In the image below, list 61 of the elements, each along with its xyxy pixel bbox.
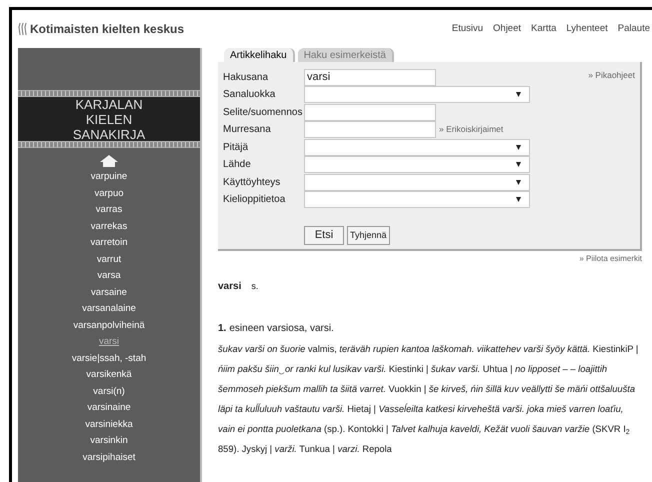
dropdown-arrow-icon [516,92,521,98]
sidebar-word-link[interactable]: varrut [96,252,122,268]
select-field[interactable] [304,191,530,208]
tab[interactable]: Artikkelihaku [224,48,295,62]
sidebar-word-link[interactable]: varsanpolviheinä [73,318,145,334]
dropdown-arrow-icon [516,197,521,202]
field-label: Selite/suomennos [223,106,304,120]
sidebar-word-link[interactable]: varsanalaine [82,301,136,318]
field-label: Käyttöyhteys [223,176,282,190]
part-of-speech: s. [251,280,258,293]
nav-link[interactable]: Palaute [618,22,650,36]
logo-icon [18,22,28,36]
definition: esineen varsiosa, varsi. [229,322,334,336]
field-label: Kielioppitietoa [223,193,286,208]
sidebar-word-link[interactable]: varsa [97,268,121,284]
dictionary-title: KIELEN [86,112,132,126]
form-button[interactable]: Etsi [304,226,344,245]
select-field[interactable] [304,156,530,174]
sidebar-word-link[interactable]: varsinaine [87,400,131,416]
sidebar-word-link[interactable]: varretoin [90,235,128,252]
sidebar-word-link[interactable]: varsie|ssah, -stah [72,350,146,367]
sidebar-word-link[interactable]: varsipihaiset [82,450,136,466]
sidebar-word-link[interactable]: varsinkin [90,433,128,450]
sidebar-word-link[interactable]: varsiniekka [85,416,133,433]
hide-examples-link[interactable]: » Piilota esimerkit [579,253,642,265]
select-field[interactable] [304,86,530,104]
headword: varsi [218,280,242,294]
dropdown-arrow-icon [516,180,521,185]
select-field[interactable] [304,174,530,191]
nav-link[interactable]: Lyhenteet [566,22,608,36]
nav-link[interactable]: Ohjeet [493,22,522,36]
nav-link[interactable]: Kartta [531,22,556,36]
sidebar-word-link[interactable]: varpuo [94,186,124,202]
home-icon[interactable] [100,155,118,167]
example-paragraph: šukav varši on šuorie valmis, teräväh rupien kantoa laškomah. viikattehev varši šyöy kättä. KiestinkiP | ńiim pakšu šiin‿or ranki kul lusikav varši. Kiestinki | šukav varši. Uhtua | no lipposet – – loajittih šemmoseh piekšum mallih ta šiitä varret. Vuokkin | še kirveš, ńin šillä kuv veällytti še mäńi ottšaluušta läpi ta kuĺĺuluuh vaštautu varši. Hietaj | Vasseĺeilta katkesi kirveheštä varši. joka mieš varren loaťiu, vain ei pontta puoletkana (sp.). Kontokki | Talvet kalhuja kaveldi, Kežät vuoli šauvan varžie (SKVR I$_{2}$ 859). Jyskyj | varži. Tunkua | varzi. Repola [218,343,640,456]
sidebar-word-link[interactable]: varpuine [90,169,128,186]
sidebar-word-link[interactable]: varras [96,202,122,218]
sidebar-word-link[interactable]: varsaine [91,284,127,301]
sidebar-word-link[interactable]: varsi [98,334,120,350]
sense-number: 1. [218,322,226,336]
select-field[interactable] [304,138,530,156]
field-label: Lähde [223,158,252,172]
nav-link[interactable]: Etusivu [452,22,484,36]
field-label: Pitäjä [223,140,250,155]
dropdown-arrow-icon [516,162,521,168]
dictionary-title: KARJALAN [75,96,143,112]
sidebar-word-link[interactable]: varsikenkä [86,367,132,384]
dictionary-title: SANAKIRJA [72,126,146,142]
logo-text[interactable]: Kotimaisten kielten keskus [30,20,184,38]
quick-help-link[interactable]: » Pikaohjeet [588,69,635,81]
special-characters-link[interactable]: » Erikoiskirjaimet [439,123,504,136]
field-label: Hakusana [223,70,270,85]
sidebar-word-link[interactable]: varsi(n) [93,384,125,400]
dropdown-arrow-icon [516,144,521,150]
text-field[interactable]: varsi [304,68,436,86]
text-field[interactable] [304,104,436,121]
text-field[interactable] [304,121,436,138]
field-label: Murresana [223,123,272,138]
sidebar-word-link[interactable]: varrekas [90,218,128,235]
field-label: Sanaluokka [223,88,276,102]
form-button[interactable]: Tyhjennä [347,226,390,245]
